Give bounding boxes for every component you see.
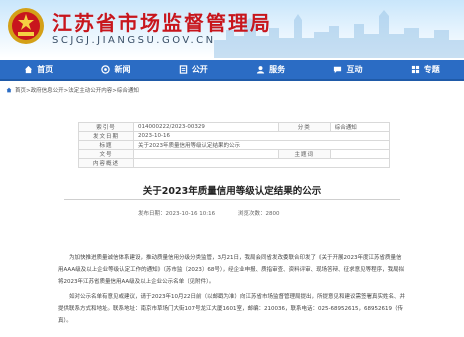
service-icon [257,66,265,74]
topic-icon [411,65,419,74]
main-nav: 首页 新闻 公开 服务 互动 专题 [0,60,464,81]
home-icon [25,65,33,74]
view-count: 浏览次数：2800 [238,209,280,217]
view-count-label: 浏览次数： [238,211,266,217]
title-divider [64,199,400,200]
nav-label: 专题 [423,65,440,74]
doc-no-label: 文号 [78,149,134,159]
doc-no-value [133,149,279,159]
nav-label: 新闻 [114,65,131,74]
category-value: 综合通知 [329,122,391,132]
site-domain: SCJGJ.JIANGSU.GOV.CN [52,35,216,46]
document-title: 关于2023年质量信用等级认定结果的公示 [142,186,322,197]
news-icon [101,65,111,74]
nav-item-home[interactable]: 首页 [0,60,77,79]
publish-date: 发布日期：2023-10-16 10:16 [138,209,215,217]
document-body: 为加快推进质量诚信体系建设，推动质量信用分级分类监管，3月21日，我局会同省发改… [58,252,406,330]
publish-date-label: 发布日期： [138,211,166,217]
summary-label: 内容概述 [78,158,134,168]
nav-label: 首页 [37,65,54,74]
index-value: 014000222/2023-00329 [133,122,279,132]
nav-label: 服务 [269,65,286,74]
interaction-icon [334,66,342,74]
breadcrumb: 首页>政府信息公开>法定主动公开内容>综合通知 [6,86,139,94]
open-info-icon [179,65,188,74]
title-value: 关于2023年质量信用等级认定结果的公示 [133,140,390,150]
issue-date-value: 2023-10-16 [133,131,390,141]
document-info-table: 索引号 014000222/2023-00329 分类 综合通知 发文日期 20… [78,122,391,168]
category-label: 分类 [277,122,331,132]
view-count-value: 2800 [265,211,280,217]
breadcrumb-home-icon [6,87,12,93]
nav-item-topic[interactable]: 专题 [387,60,464,79]
summary-value [133,158,390,168]
site-title: 江苏省市场监督管理局 [52,11,272,35]
nav-label: 互动 [346,65,363,74]
body-paragraph: 为加快推进质量诚信体系建设，推动质量信用分级分类监管，3月21日，我局会同省发改… [58,255,405,285]
body-paragraph: 如对公示名单有意见或建议，请于2023年10月22日前（以邮戳为准）向江苏省市场… [58,294,405,324]
site-header: 江苏省市场监督管理局 SCJGJ.JIANGSU.GOV.CN [0,0,464,58]
publish-date-value: 2023-10-16 10:16 [165,211,216,217]
nav-item-interaction[interactable]: 互动 [309,60,386,79]
national-emblem-icon [8,8,44,44]
nav-item-news[interactable]: 新闻 [77,60,154,79]
nav-item-service[interactable]: 服务 [232,60,309,79]
breadcrumb-path[interactable]: 首页>政府信息公开>法定主动公开内容>综合通知 [15,86,139,94]
theme-label: 主题词 [277,149,331,159]
nav-item-open[interactable]: 公开 [155,60,232,79]
index-label: 索引号 [78,122,134,132]
theme-value [329,149,391,159]
issue-date-label: 发文日期 [78,131,134,141]
nav-label: 公开 [191,65,208,74]
title-label: 标题 [78,140,134,150]
